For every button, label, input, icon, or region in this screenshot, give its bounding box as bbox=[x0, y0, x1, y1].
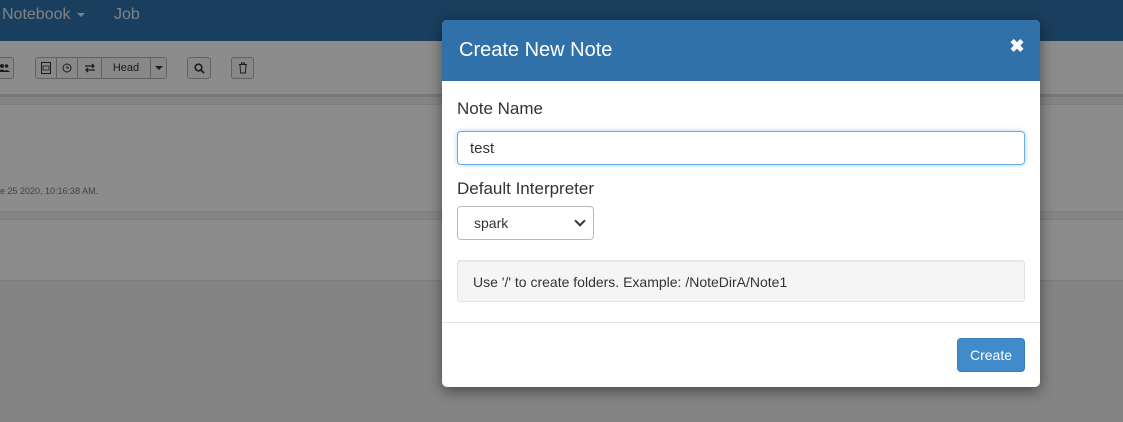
chevron-down-icon bbox=[574, 215, 586, 227]
create-button[interactable]: Create bbox=[957, 338, 1025, 372]
dialog-header: Create New Note ✖ bbox=[442, 20, 1040, 81]
folder-hint-well: Use '/' to create folders. Example: /Not… bbox=[457, 260, 1025, 302]
close-icon[interactable]: ✖ bbox=[1009, 36, 1025, 56]
dialog-footer-divider bbox=[442, 322, 1040, 323]
interpreter-select[interactable]: spark bbox=[457, 206, 594, 240]
default-interpreter-label: Default Interpreter bbox=[457, 179, 595, 198]
note-name-input[interactable] bbox=[457, 131, 1025, 165]
interpreter-selected-value: spark bbox=[474, 215, 509, 231]
create-note-dialog: Create New Note ✖ Note Name Default Inte… bbox=[442, 20, 1040, 387]
note-name-label: Note Name bbox=[457, 99, 543, 118]
dialog-title: Create New Note bbox=[459, 39, 613, 61]
